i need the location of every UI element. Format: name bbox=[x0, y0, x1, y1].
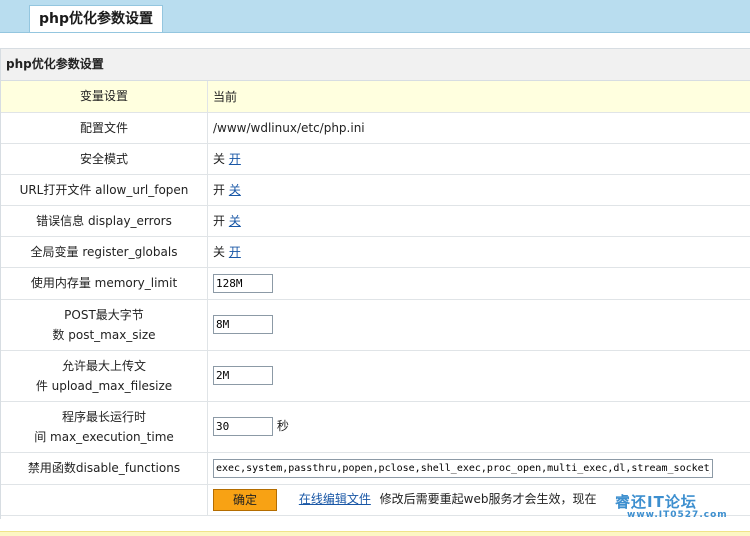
display-errors-toggle-link[interactable]: 关 bbox=[229, 214, 241, 228]
register-globals-state: 关 bbox=[213, 245, 225, 259]
top-tab-bar: php优化参数设置 bbox=[0, 0, 750, 33]
memory-limit-label: 使用内存量 memory_limit bbox=[1, 267, 208, 299]
table-row: 程序最长运行时 间 max_execution_time 秒 bbox=[1, 401, 750, 452]
config-file-label: 配置文件 bbox=[1, 112, 208, 143]
disable-functions-cell bbox=[208, 452, 750, 484]
post-max-size-input[interactable] bbox=[213, 315, 273, 334]
allow-url-fopen-state: 开 bbox=[213, 183, 225, 197]
post-max-size-label-line1: POST最大字节 bbox=[1, 305, 207, 325]
table-row: 使用内存量 memory_limit bbox=[1, 267, 750, 299]
watermark-line2: www.IT0527.com bbox=[627, 510, 728, 520]
max-execution-time-input[interactable] bbox=[213, 417, 273, 436]
settings-table: 变量设置 当前 配置文件 /www/wdlinux/etc/php.ini 安全… bbox=[1, 81, 750, 516]
max-execution-time-label-line1: 程序最长运行时 bbox=[1, 407, 207, 427]
safe-mode-state: 关 bbox=[213, 152, 225, 166]
table-header-row: 变量设置 当前 bbox=[1, 81, 750, 112]
allow-url-fopen-value: 开 关 bbox=[208, 174, 750, 205]
footer-empty-cell bbox=[1, 484, 208, 515]
config-file-value: /www/wdlinux/etc/php.ini bbox=[208, 112, 750, 143]
post-max-size-cell bbox=[208, 299, 750, 350]
display-errors-value: 开 关 bbox=[208, 205, 750, 236]
upload-max-filesize-label-line2: 件 upload_max_filesize bbox=[1, 376, 207, 396]
post-max-size-label-line2: 数 post_max_size bbox=[1, 325, 207, 345]
safe-mode-label: 安全模式 bbox=[1, 143, 208, 174]
upload-max-filesize-input[interactable] bbox=[213, 366, 273, 385]
max-execution-time-label: 程序最长运行时 间 max_execution_time bbox=[1, 401, 208, 452]
safe-mode-toggle-link[interactable]: 开 bbox=[229, 152, 241, 166]
register-globals-value: 关 开 bbox=[208, 236, 750, 267]
disable-functions-label: 禁用函数disable_functions bbox=[1, 452, 208, 484]
settings-panel: php优化参数设置 变量设置 当前 配置文件 /www/wdlinux/etc/… bbox=[0, 48, 750, 519]
display-errors-label: 错误信息 display_errors bbox=[1, 205, 208, 236]
table-row: POST最大字节 数 post_max_size bbox=[1, 299, 750, 350]
table-row: URL打开文件 allow_url_fopen 开 关 bbox=[1, 174, 750, 205]
header-label: 变量设置 bbox=[1, 81, 208, 112]
display-errors-state: 开 bbox=[213, 214, 225, 228]
site-watermark: 睿还IT论坛 www.IT0527.com bbox=[615, 491, 725, 525]
bottom-divider bbox=[0, 531, 750, 536]
table-row: 错误信息 display_errors 开 关 bbox=[1, 205, 750, 236]
table-row: 允许最大上传文 件 upload_max_filesize bbox=[1, 350, 750, 401]
upload-max-filesize-cell bbox=[208, 350, 750, 401]
allow-url-fopen-toggle-link[interactable]: 关 bbox=[229, 183, 241, 197]
max-execution-time-unit: 秒 bbox=[277, 419, 289, 433]
register-globals-toggle-link[interactable]: 开 bbox=[229, 245, 241, 259]
allow-url-fopen-label: URL打开文件 allow_url_fopen bbox=[1, 174, 208, 205]
table-row: 全局变量 register_globals 关 开 bbox=[1, 236, 750, 267]
header-value: 当前 bbox=[208, 81, 750, 112]
post-max-size-label: POST最大字节 数 post_max_size bbox=[1, 299, 208, 350]
table-row: 安全模式 关 开 bbox=[1, 143, 750, 174]
upload-max-filesize-label-line1: 允许最大上传文 bbox=[1, 356, 207, 376]
register-globals-label: 全局变量 register_globals bbox=[1, 236, 208, 267]
table-row: 配置文件 /www/wdlinux/etc/php.ini bbox=[1, 112, 750, 143]
memory-limit-cell bbox=[208, 267, 750, 299]
watermark-line1: 睿还IT论坛 bbox=[615, 491, 697, 512]
upload-max-filesize-label: 允许最大上传文 件 upload_max_filesize bbox=[1, 350, 208, 401]
safe-mode-value: 关 开 bbox=[208, 143, 750, 174]
restart-note: 修改后需要重起web服务才会生效，现在 bbox=[380, 492, 597, 506]
memory-limit-input[interactable] bbox=[213, 274, 273, 293]
max-execution-time-label-line2: 间 max_execution_time bbox=[1, 427, 207, 447]
tab-php-optimize[interactable]: php优化参数设置 bbox=[29, 5, 163, 32]
max-execution-time-cell: 秒 bbox=[208, 401, 750, 452]
table-row: 禁用函数disable_functions bbox=[1, 452, 750, 484]
confirm-button[interactable]: 确定 bbox=[213, 489, 277, 511]
online-edit-file-link[interactable]: 在线编辑文件 bbox=[299, 492, 371, 506]
disable-functions-input[interactable] bbox=[213, 459, 713, 478]
panel-title: php优化参数设置 bbox=[1, 49, 750, 81]
